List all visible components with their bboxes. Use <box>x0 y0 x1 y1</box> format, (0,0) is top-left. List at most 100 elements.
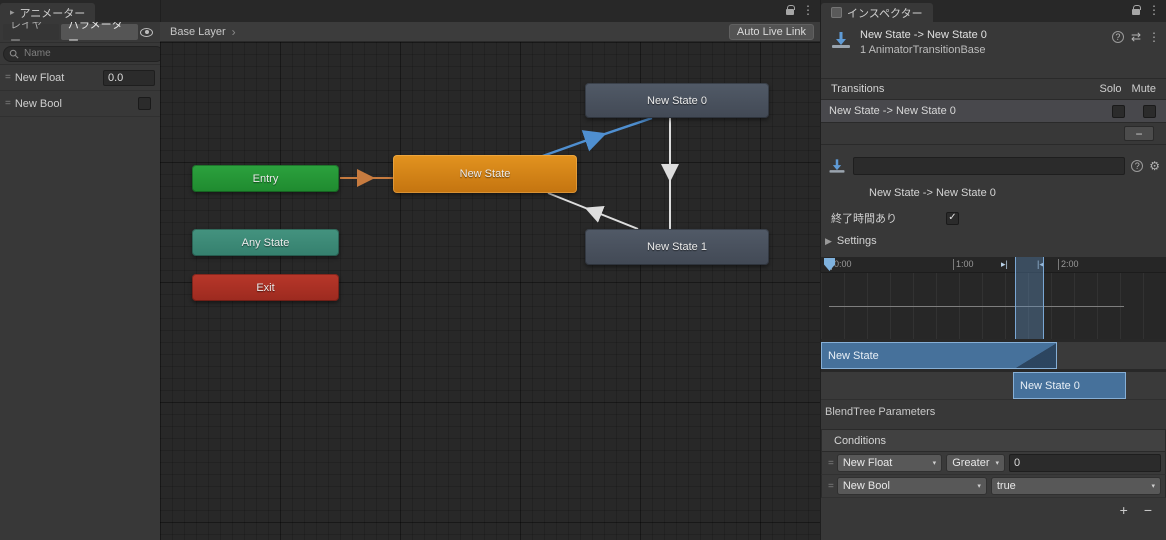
track-bar-new-state[interactable]: New State <box>821 342 1057 369</box>
chevron-down-icon: ▾ <box>977 483 981 490</box>
breadcrumb-base-layer[interactable]: Base Layer <box>166 26 230 38</box>
state-node-label: Any State <box>241 236 290 249</box>
drag-handle-icon[interactable]: = <box>5 72 11 83</box>
menu-icon[interactable]: ⋮ <box>1148 4 1160 16</box>
state-node-exit[interactable]: Exit <box>192 274 339 301</box>
chevron-down-icon: ▾ <box>1151 483 1155 490</box>
track-bar-label: New State <box>828 349 879 362</box>
transition-new-state-1-to-new-state[interactable] <box>547 192 639 230</box>
state-node-label: Entry <box>252 172 279 185</box>
animator-panel: ▸ アニメーター レイヤー パラメーター + ▾ = New Float <box>0 0 182 540</box>
timeline-ruler[interactable]: 0:00 1:00 2:00 ▸| |◂ <box>821 257 1166 273</box>
inspector-subtitle: 1 AnimatorTransitionBase <box>860 44 986 56</box>
transition-name-input[interactable] <box>853 157 1126 175</box>
solo-label: Solo <box>1099 83 1122 95</box>
parameter-float-field[interactable] <box>103 69 155 86</box>
parameters-tab-button[interactable]: パラメーター <box>60 19 138 47</box>
blendtree-parameters-label: BlendTree Parameters <box>825 405 936 418</box>
state-node-new-state-0[interactable]: New State 0 <box>585 83 769 118</box>
foldout-arrow-icon: ▶ <box>825 235 832 246</box>
parameter-name: New Float <box>14 71 65 84</box>
remove-condition-button[interactable]: − <box>1144 503 1152 517</box>
condition-parameter-dropdown[interactable]: New Bool ▾ <box>836 477 987 495</box>
layers-tab-button[interactable]: レイヤー <box>3 19 59 47</box>
parameter-bool-checkbox[interactable] <box>138 97 151 110</box>
parameter-name: New Bool <box>14 97 62 110</box>
has-exit-time-label: 終了時間あり <box>831 213 897 225</box>
state-node-new-state[interactable]: New State <box>393 155 577 193</box>
mute-label: Mute <box>1131 83 1156 95</box>
menu-icon[interactable]: ⋮ <box>1148 31 1160 43</box>
menu-icon[interactable]: ⋮ <box>802 4 814 16</box>
chevron-down-icon: ▾ <box>995 460 999 467</box>
lock-icon[interactable] <box>786 5 795 15</box>
tab-animator-label: アニメーター <box>19 7 86 20</box>
dropdown-value: New Bool <box>842 480 890 492</box>
drag-handle-icon[interactable]: = <box>828 481 834 492</box>
animator-tabbar: ▸ アニメーター <box>0 0 160 22</box>
dropdown-value: New Float <box>842 457 893 469</box>
animator-icon: ▸ <box>10 7 15 17</box>
transition-start-marker[interactable]: ▸| <box>1001 259 1008 270</box>
blendtree-parameters-row: BlendTree Parameters <box>821 399 1166 423</box>
timeline-canvas[interactable] <box>821 273 1166 339</box>
has-exit-time-checkbox[interactable]: ✓ <box>946 211 959 225</box>
condition-parameter-dropdown[interactable]: New Float ▾ <box>836 454 943 472</box>
gear-icon[interactable]: ⚙ <box>1149 160 1160 172</box>
transitions-label: Transitions <box>831 83 885 95</box>
chevron-right-icon: › <box>231 24 236 39</box>
animator-toolbar: レイヤー パラメーター <box>0 19 160 47</box>
state-node-label: New State 0 <box>647 94 707 107</box>
help-icon[interactable]: ? <box>1131 160 1144 172</box>
check-icon: ✓ <box>948 212 957 223</box>
time-tick: 1:00 <box>953 259 974 270</box>
breadcrumb: Base Layer › Auto Live Link <box>160 22 820 42</box>
transition-list-row[interactable]: New State -> New State 0 <box>821 100 1166 123</box>
mute-checkbox[interactable] <box>1143 104 1156 118</box>
parameter-row[interactable]: = New Bool <box>0 91 160 117</box>
lock-icon[interactable] <box>1132 5 1141 15</box>
graph-canvas[interactable]: New State 0 Entry New State Any State Ne… <box>160 42 820 540</box>
time-tick: 2:00 <box>1058 259 1079 270</box>
transition-icon <box>829 159 845 173</box>
auto-live-link-button[interactable]: Auto Live Link <box>728 23 814 40</box>
transition-label: New State -> New State 0 <box>869 187 996 199</box>
transition-label-row: New State -> New State 0 <box>821 181 1166 205</box>
drag-handle-icon[interactable]: = <box>5 98 11 109</box>
timeline-track: New State 0 <box>821 372 1166 399</box>
inspector-tabbar: インスペクター ⋮ <box>821 0 1166 22</box>
track-bar-label: New State 0 <box>1020 379 1080 392</box>
condition-row: = New Bool ▾ true ▾ <box>821 475 1166 498</box>
condition-value-field[interactable] <box>1009 454 1161 472</box>
timeline-track: New State <box>821 342 1166 369</box>
state-node-new-state-1[interactable]: New State 1 <box>585 229 769 265</box>
help-icon[interactable]: ? <box>1111 31 1124 43</box>
solo-checkbox[interactable] <box>1112 104 1125 118</box>
drag-handle-icon[interactable]: = <box>828 458 834 469</box>
parameter-row[interactable]: = New Float <box>0 65 160 91</box>
state-node-any-state[interactable]: Any State <box>192 229 339 256</box>
state-node-entry[interactable]: Entry <box>192 165 339 192</box>
condition-operator-dropdown[interactable]: Greater ▾ <box>946 454 1005 472</box>
search-input[interactable] <box>22 47 158 60</box>
eye-icon <box>140 27 153 37</box>
state-node-label: New State 1 <box>647 241 707 253</box>
transition-timeline[interactable]: 0:00 1:00 2:00 ▸| |◂ New State New State… <box>821 257 1166 399</box>
track-bar-new-state-0[interactable]: New State 0 <box>1013 372 1126 399</box>
transition-window-band[interactable] <box>1015 257 1044 339</box>
condition-row: = New Float ▾ Greater ▾ <box>821 452 1166 475</box>
add-condition-button[interactable]: + <box>1120 503 1128 517</box>
presets-icon[interactable]: ⇄ <box>1131 31 1141 43</box>
condition-operator-dropdown[interactable]: true ▾ <box>990 477 1161 495</box>
inspector-panel: インスペクター ⋮ New State -> New State 0 1 Ani… <box>820 0 1166 540</box>
tab-animator[interactable]: ▸ アニメーター <box>0 3 96 22</box>
transition-icon <box>832 32 850 48</box>
transition-new-state-to-new-state-0[interactable] <box>539 116 653 159</box>
blend-wedge <box>1016 343 1056 368</box>
visibility-toggle[interactable] <box>140 27 153 37</box>
tab-inspector[interactable]: インスペクター <box>821 3 933 22</box>
remove-transition-button[interactable]: − <box>1124 126 1154 141</box>
state-node-label: Exit <box>256 281 275 294</box>
settings-foldout[interactable]: ▶ Settings <box>821 231 1166 251</box>
inspector-header: New State -> New State 0 1 AnimatorTrans… <box>821 22 1166 64</box>
